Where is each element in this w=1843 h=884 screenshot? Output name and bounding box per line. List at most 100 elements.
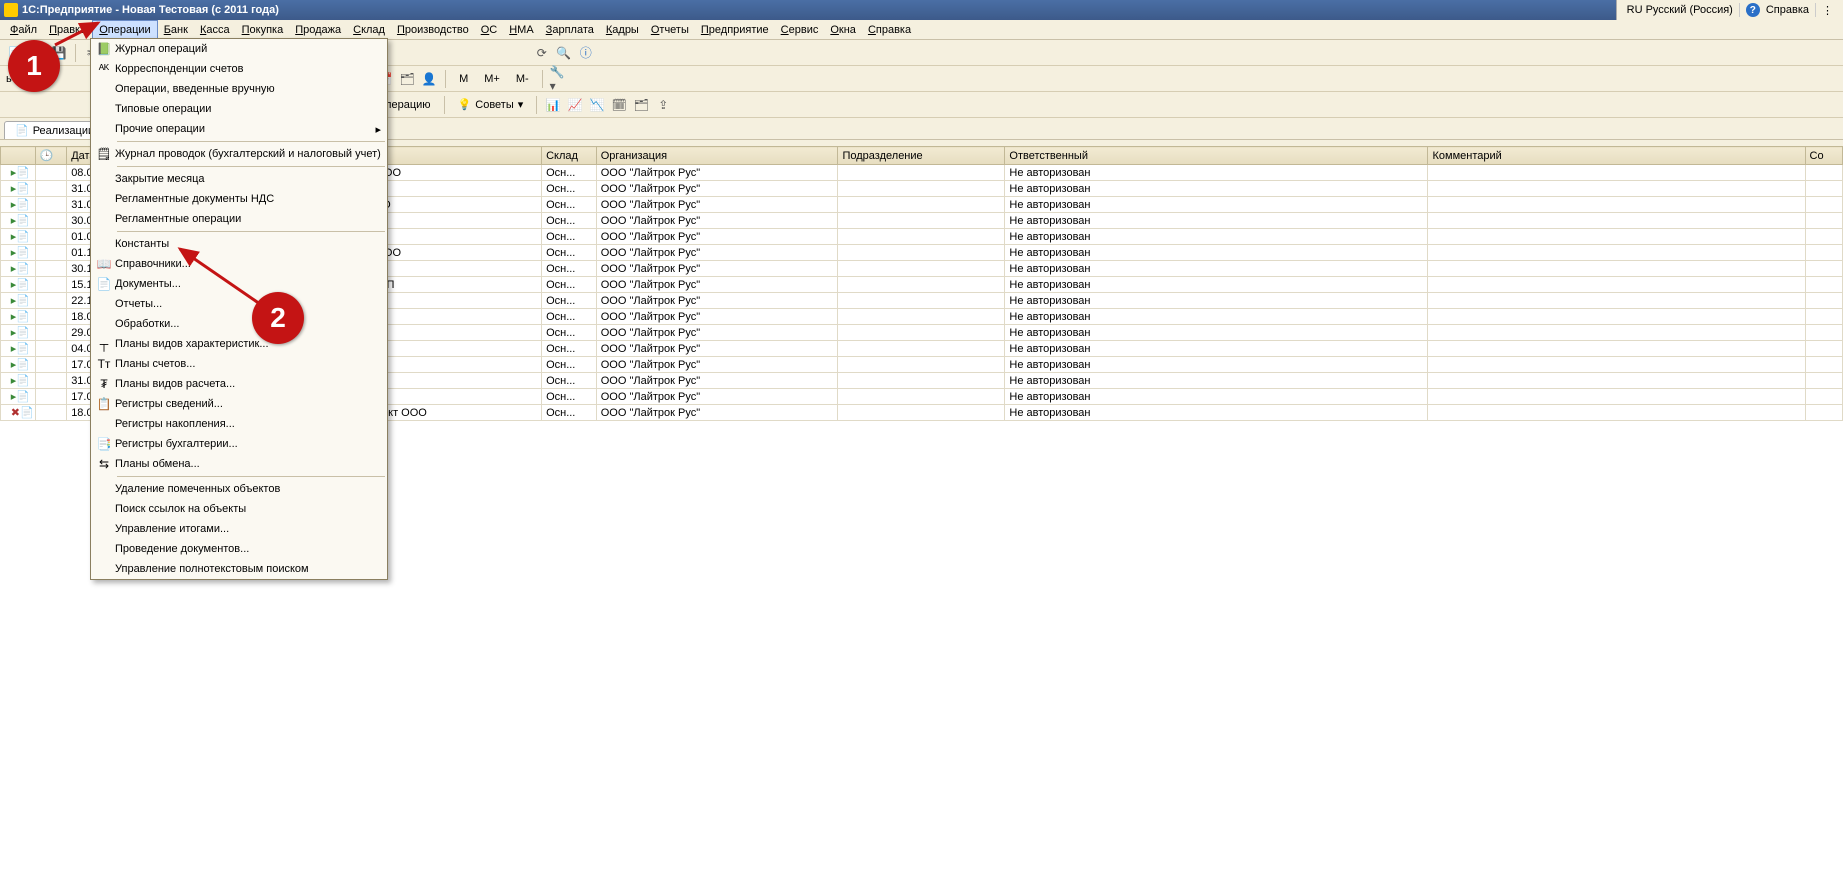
cell: Не авторизован [1005, 309, 1428, 325]
cell [1805, 181, 1842, 197]
mem-mplus[interactable]: M+ [478, 71, 506, 87]
menu-item[interactable]: 📄Документы... [91, 274, 387, 294]
menu-item[interactable]: Регламентные документы НДС [91, 189, 387, 209]
cell: Не авторизован [1005, 229, 1428, 245]
chart5-icon[interactable]: 🗂 [632, 96, 650, 114]
menu-item[interactable]: Управление итогами... [91, 519, 387, 539]
menu-item[interactable]: Проведение документов... [91, 539, 387, 559]
cell [838, 309, 1005, 325]
menu-справка[interactable]: Справка [862, 20, 917, 39]
menu-item[interactable]: Типовые операции [91, 99, 387, 119]
chart3-icon[interactable]: 📉 [588, 96, 606, 114]
menu-item-icon: 📄 [93, 277, 115, 291]
menu-bar: ФайлПравкаОперацииБанкКассаПокупкаПродаж… [0, 20, 1843, 40]
menu-item[interactable]: ᴬᴷКорреспонденции счетов [91, 59, 387, 79]
cell [838, 341, 1005, 357]
cell: Не авторизован [1005, 261, 1428, 277]
col-header[interactable]: Подразделение [838, 147, 1005, 165]
menu-item[interactable]: Регламентные операции [91, 209, 387, 229]
col-header[interactable]: Комментарий [1428, 147, 1805, 165]
cell: Не авторизован [1005, 197, 1428, 213]
menu-покупка[interactable]: Покупка [236, 20, 290, 39]
cell: ООО "Лайтрок Рус" [596, 389, 838, 405]
tab-doc-icon: 📄 [15, 124, 29, 137]
cell: Не авторизован [1005, 405, 1428, 421]
help-icon[interactable]: ? [1746, 3, 1760, 17]
menu-item[interactable]: Константы [91, 234, 387, 254]
menu-item[interactable]: ┬Планы видов характеристик... [91, 334, 387, 354]
help-link[interactable]: Справка [1766, 4, 1809, 16]
row-status-icon: ▸📄 [1, 293, 36, 309]
menu-продажа[interactable]: Продажа [289, 20, 347, 39]
info-icon[interactable]: ⓘ [577, 44, 595, 62]
menu-item[interactable]: Закрытие месяца [91, 169, 387, 189]
cell [1805, 373, 1842, 389]
menu-item[interactable]: Отчеты... [91, 294, 387, 314]
menu-item[interactable]: 📖Справочники... [91, 254, 387, 274]
menu-item[interactable]: Прочие операции▸ [91, 119, 387, 139]
menu-нма[interactable]: НМА [503, 20, 539, 39]
mem-mminus[interactable]: M- [510, 71, 535, 87]
menu-item-label: Отчеты... [115, 298, 381, 310]
chart2-icon[interactable]: 📈 [566, 96, 584, 114]
menu-касса[interactable]: Касса [194, 20, 236, 39]
menu-item[interactable]: Поиск ссылок на объекты [91, 499, 387, 519]
cell: Осн... [542, 341, 597, 357]
chart-icon[interactable]: 📊 [544, 96, 562, 114]
find-icon[interactable]: 🔍 [555, 44, 573, 62]
menu-сервис[interactable]: Сервис [775, 20, 825, 39]
refresh-icon[interactable]: ⟳ [533, 44, 551, 62]
menu-производство[interactable]: Производство [391, 20, 475, 39]
menu-item[interactable]: ₮Планы видов расчета... [91, 374, 387, 394]
chart6-icon[interactable]: ⇪ [654, 96, 672, 114]
col-header[interactable]: 🕒 [35, 147, 67, 165]
col-header[interactable]: Ответственный [1005, 147, 1428, 165]
chart4-icon[interactable]: 🗓 [610, 96, 628, 114]
cell: Не авторизован [1005, 357, 1428, 373]
mem-m[interactable]: M [453, 71, 474, 87]
menu-зарплата[interactable]: Зарплата [540, 20, 600, 39]
col-header[interactable] [1, 147, 36, 165]
card-icon[interactable]: 🗂 [398, 70, 416, 88]
menu-item[interactable]: ТтПланы счетов... [91, 354, 387, 374]
menu-item[interactable]: 📗Журнал операций [91, 39, 387, 59]
menu-item[interactable]: ⇆Планы обмена... [91, 454, 387, 474]
menu-файл[interactable]: Файл [4, 20, 43, 39]
menu-item-label: Поиск ссылок на объекты [115, 503, 381, 515]
language-indicator[interactable]: RU Русский (Россия) [1627, 4, 1733, 16]
menu-склад[interactable]: Склад [347, 20, 391, 39]
menu-item[interactable]: Удаление помеченных объектов [91, 479, 387, 499]
annotation-2-label: 2 [270, 302, 286, 334]
col-header[interactable]: Склад [542, 147, 597, 165]
cell [1805, 261, 1842, 277]
menu-кадры[interactable]: Кадры [600, 20, 645, 39]
menu-правка[interactable]: Правка [43, 20, 92, 39]
menu-item[interactable]: Обработки... [91, 314, 387, 334]
menu-item[interactable]: Управление полнотекстовым поиском [91, 559, 387, 579]
menu-item[interactable]: Операции, введенные вручную [91, 79, 387, 99]
menu-item-icon: Тт [93, 357, 115, 371]
menu-item[interactable]: 🗒Журнал проводок (бухгалтерский и налого… [91, 144, 387, 164]
menu-item[interactable]: 📑Регистры бухгалтерии... [91, 434, 387, 454]
menu-item[interactable]: 📋Регистры сведений... [91, 394, 387, 414]
user-icon[interactable]: 👤 [420, 70, 438, 88]
menu-предприятие[interactable]: Предприятие [695, 20, 775, 39]
row-status-icon: ▸📄 [1, 341, 36, 357]
col-header[interactable]: Со [1805, 147, 1842, 165]
sovety-button[interactable]: 💡 Советы ▾ [452, 96, 530, 113]
menu-item-label: Журнал операций [115, 43, 381, 55]
tool-icon[interactable]: 🔧▾ [550, 70, 568, 88]
menu-окна[interactable]: Окна [824, 20, 862, 39]
menu-dots-icon[interactable]: ⋮ [1822, 4, 1833, 17]
cell [838, 357, 1005, 373]
menu-отчеты[interactable]: Отчеты [645, 20, 695, 39]
cell [1428, 373, 1805, 389]
menu-item[interactable]: Регистры накопления... [91, 414, 387, 434]
menu-ос[interactable]: ОС [475, 20, 504, 39]
cell: ООО "Лайтрок Рус" [596, 309, 838, 325]
col-header[interactable]: Организация [596, 147, 838, 165]
menu-банк[interactable]: Банк [158, 20, 194, 39]
cell [1428, 325, 1805, 341]
menu-item-label: Управление полнотекстовым поиском [115, 563, 381, 575]
menu-операции[interactable]: Операции [92, 20, 157, 39]
